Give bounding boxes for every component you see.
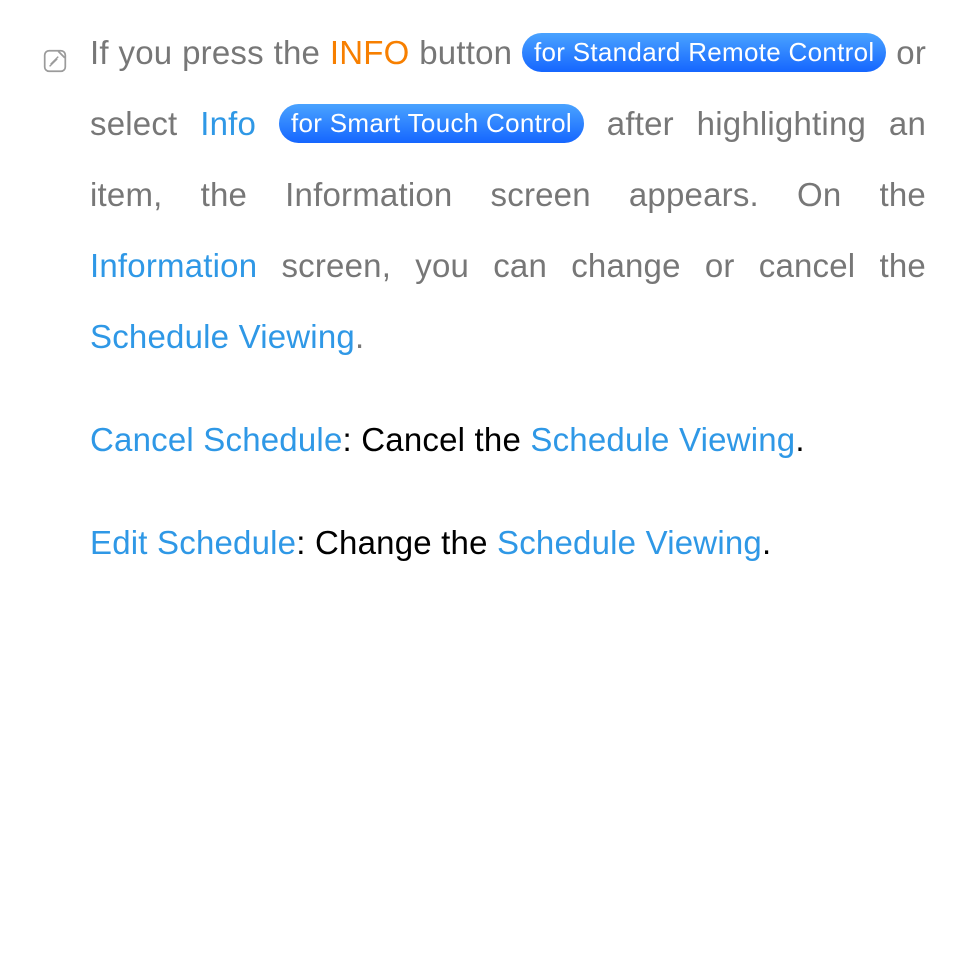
document-page: If you press the INFO button for Standar… <box>0 0 954 619</box>
note-icon <box>42 28 68 54</box>
edit-schedule-paragraph: Edit Schedule: Change the Schedule Viewi… <box>90 508 926 579</box>
note-text-4 <box>256 105 279 142</box>
edit-dot: . <box>762 524 771 561</box>
cancel-desc: Cancel the <box>361 421 530 458</box>
note-text-2: button <box>409 34 522 71</box>
cancel-colon: : <box>343 421 362 458</box>
schedule-viewing-link-3: Schedule Viewing <box>497 524 762 561</box>
info-button-label: INFO <box>330 34 410 71</box>
note-text-1: If you press the <box>90 34 330 71</box>
note-text-6: screen, you can change or cancel the <box>257 247 926 284</box>
pill-standard-remote: for Standard Remote Control <box>522 33 887 72</box>
cancel-schedule-paragraph: Cancel Schedule: Cancel the Schedule Vie… <box>90 405 926 476</box>
cancel-schedule-label: Cancel Schedule <box>90 421 343 458</box>
edit-schedule-label: Edit Schedule <box>90 524 296 561</box>
info-link: Info <box>200 105 256 142</box>
schedule-viewing-link-1: Schedule Viewing <box>90 318 355 355</box>
edit-desc: Change the <box>315 524 497 561</box>
schedule-viewing-link-2: Schedule Viewing <box>530 421 795 458</box>
note-text-7: . <box>355 318 364 355</box>
cancel-dot: . <box>795 421 804 458</box>
information-link: Information <box>90 247 257 284</box>
edit-colon: : <box>296 524 315 561</box>
pill-smart-touch: for Smart Touch Control <box>279 104 584 143</box>
note-paragraph: If you press the INFO button for Standar… <box>90 18 926 373</box>
